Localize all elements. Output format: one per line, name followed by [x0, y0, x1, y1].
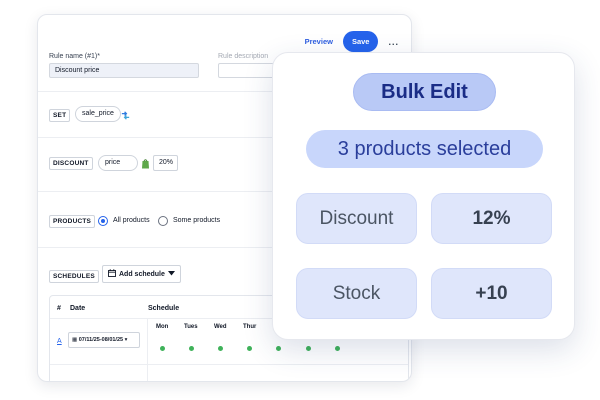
caret-down-icon: ▾	[124, 337, 128, 343]
schedule-dot[interactable]	[189, 346, 194, 351]
calendar-icon: ▦	[72, 337, 78, 343]
col-hash: #	[57, 305, 61, 312]
products-tag: PRODUCTS	[49, 215, 96, 228]
day-tues: Tues	[184, 324, 198, 330]
radio-some-products-label: Some products	[173, 217, 221, 224]
editor-toolbar: Preview Save ...	[305, 31, 399, 52]
grid-line	[147, 318, 148, 381]
schedule-dot[interactable]	[276, 346, 281, 351]
set-field-pill[interactable]: sale_price	[75, 106, 121, 122]
more-options-icon[interactable]: ...	[388, 37, 399, 47]
shopify-icon	[141, 156, 150, 174]
caret-down-icon	[167, 270, 175, 278]
grid-line	[50, 364, 408, 365]
swap-icon[interactable]	[120, 108, 131, 126]
discount-value-input[interactable]: 20%	[153, 155, 178, 171]
bulk-edit-title: Bulk Edit	[353, 73, 496, 111]
col-schedule: Schedule	[148, 305, 180, 312]
bulk-edit-card: Bulk Edit 3 products selected Discount 1…	[272, 52, 575, 340]
rule-description-label: Rule description	[218, 53, 269, 60]
radio-some-products[interactable]	[158, 216, 168, 226]
products-selected-count: 3 products selected	[306, 130, 543, 168]
add-schedule-button[interactable]: Add schedule	[102, 265, 181, 283]
radio-all-products[interactable]	[98, 216, 108, 226]
discount-tag: DISCOUNT	[49, 157, 93, 170]
schedule-dot[interactable]	[218, 346, 223, 351]
stock-value-chip[interactable]: +10	[431, 268, 552, 319]
radio-all-products-label: All products	[113, 217, 150, 224]
rule-name-input[interactable]: Discount price	[49, 63, 199, 78]
rule-name-label: Rule name (#1)*	[49, 53, 100, 60]
day-thur: Thur	[243, 324, 257, 330]
schedule-dot[interactable]	[247, 346, 252, 351]
day-wed: Wed	[214, 324, 227, 330]
set-tag: SET	[49, 109, 71, 122]
schedule-dot[interactable]	[335, 346, 340, 351]
stock-label-chip: Stock	[296, 268, 417, 319]
discount-value-chip[interactable]: 12%	[431, 193, 552, 244]
discount-field-pill[interactable]: price	[98, 155, 138, 171]
preview-link[interactable]: Preview	[305, 37, 333, 46]
calendar-icon	[108, 269, 116, 279]
col-date: Date	[70, 305, 86, 312]
date-range-select[interactable]: ▦ 07/11/25-08/01/25 ▾	[68, 332, 140, 348]
day-mon: Mon	[156, 324, 169, 330]
schedule-dot[interactable]	[306, 346, 311, 351]
add-schedule-label: Add schedule	[119, 270, 165, 278]
schedules-tag: SCHEDULES	[49, 270, 99, 283]
schedule-row-link[interactable]: A	[57, 338, 62, 345]
save-button[interactable]: Save	[342, 31, 379, 52]
discount-label-chip: Discount	[296, 193, 417, 244]
date-range-value: 07/11/25-08/01/25	[78, 337, 124, 343]
schedule-dot[interactable]	[160, 346, 165, 351]
